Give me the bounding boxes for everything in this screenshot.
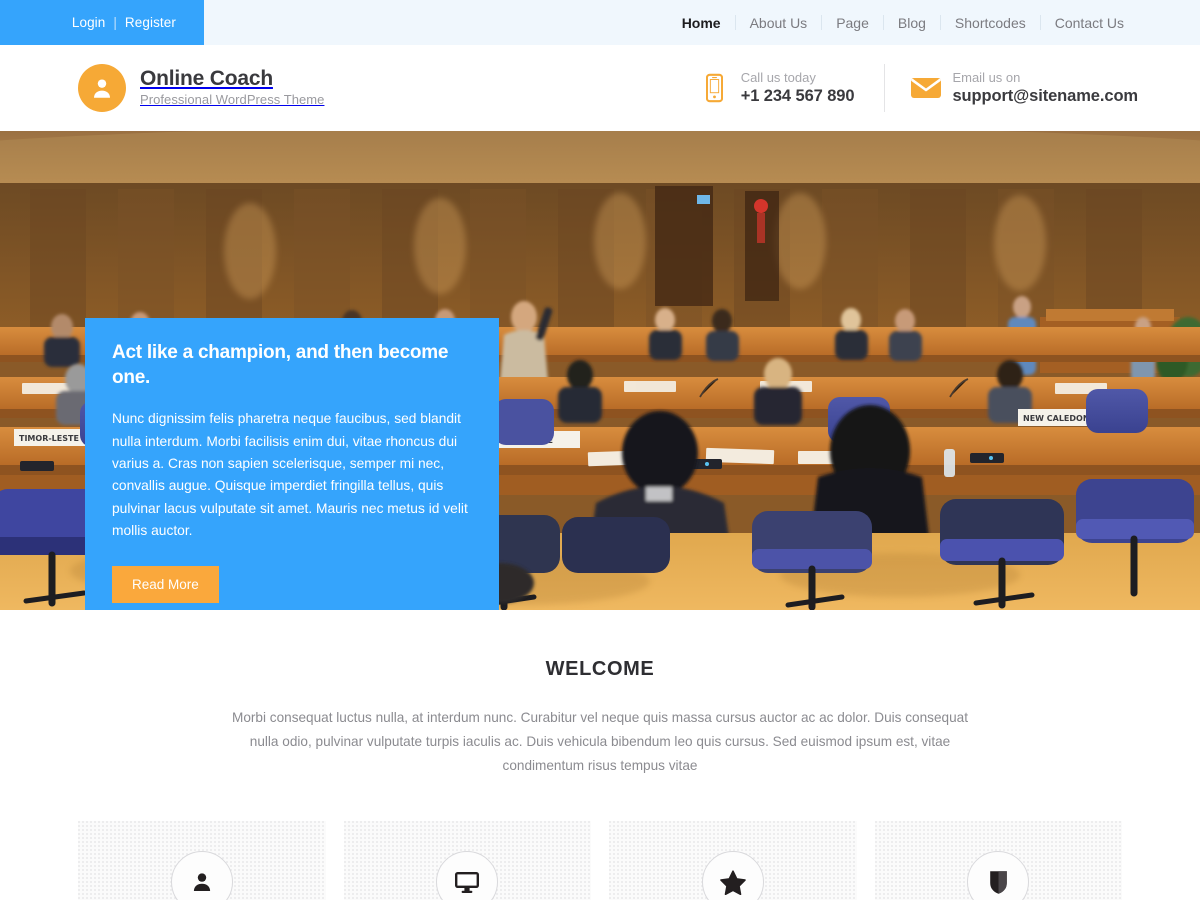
read-more-button[interactable]: Read More: [112, 566, 219, 604]
feature-box-monitor[interactable]: [343, 821, 591, 900]
feature-box-shield[interactable]: [874, 821, 1122, 900]
nav-item-page[interactable]: Page: [822, 13, 883, 33]
login-link[interactable]: Login: [72, 15, 106, 30]
welcome-section: WELCOME Morbi consequat luctus nulla, at…: [0, 610, 1200, 778]
phone-contact[interactable]: Call us today +1 234 567 890: [700, 69, 855, 108]
email-label: Email us on: [952, 69, 1021, 85]
envelope-icon: [911, 77, 942, 99]
top-bar: Login | Register Home About Us Page Blog…: [0, 0, 1200, 45]
hero-description: Nunc dignissim felis pharetra neque fauc…: [112, 411, 468, 539]
nav-item-shortcodes[interactable]: Shortcodes: [941, 13, 1040, 33]
mobile-phone-icon: [700, 73, 730, 103]
auth-links-container: Login | Register: [0, 0, 204, 45]
feature-box-star[interactable]: [609, 821, 857, 900]
main-nav-container: Home About Us Page Blog Shortcodes Conta…: [204, 0, 1200, 45]
welcome-heading: WELCOME: [545, 658, 655, 680]
email-contact[interactable]: Email us on support@sitename.com: [911, 69, 1138, 108]
auth-separator: |: [113, 15, 117, 30]
shield-icon: [967, 851, 1030, 900]
header-contacts: Call us today +1 234 567 890 Email us on…: [700, 64, 1138, 112]
nav-item-blog[interactable]: Blog: [884, 13, 940, 33]
features-section: [0, 777, 1200, 900]
hero-slider: TIMOR-LESTE TIMOR-LESTE NEW CALEDONIA: [0, 131, 1200, 610]
user-icon: [170, 851, 233, 900]
main-navigation: Home About Us Page Blog Shortcodes Conta…: [668, 13, 1138, 33]
nav-item-contact-us[interactable]: Contact Us: [1041, 13, 1138, 33]
brand-tagline: Professional WordPress Theme: [140, 91, 325, 107]
user-avatar-icon: [78, 64, 126, 112]
register-link[interactable]: Register: [125, 15, 176, 30]
phone-label: Call us today: [740, 69, 816, 85]
brand-name: Online Coach: [140, 66, 273, 90]
hero-title: Act like a champion, and then become one…: [112, 342, 449, 388]
star-icon: [701, 851, 764, 900]
phone-value: +1 234 567 890: [740, 87, 855, 106]
monitor-icon: [436, 851, 499, 900]
welcome-paragraph: Morbi consequat luctus nulla, at interdu…: [232, 710, 968, 773]
svg-text:TIMOR-LESTE: TIMOR-LESTE: [19, 434, 79, 443]
site-header: Online Coach Professional WordPress Them…: [0, 45, 1200, 131]
nav-item-home[interactable]: Home: [668, 13, 735, 33]
site-logo[interactable]: Online Coach Professional WordPress Them…: [78, 64, 324, 112]
contact-divider: [884, 64, 886, 112]
email-value: support@sitename.com: [952, 87, 1138, 106]
feature-box-user[interactable]: [78, 821, 326, 900]
nav-item-about-us[interactable]: About Us: [736, 13, 822, 33]
hero-caption-box: Act like a champion, and then become one…: [85, 318, 499, 610]
